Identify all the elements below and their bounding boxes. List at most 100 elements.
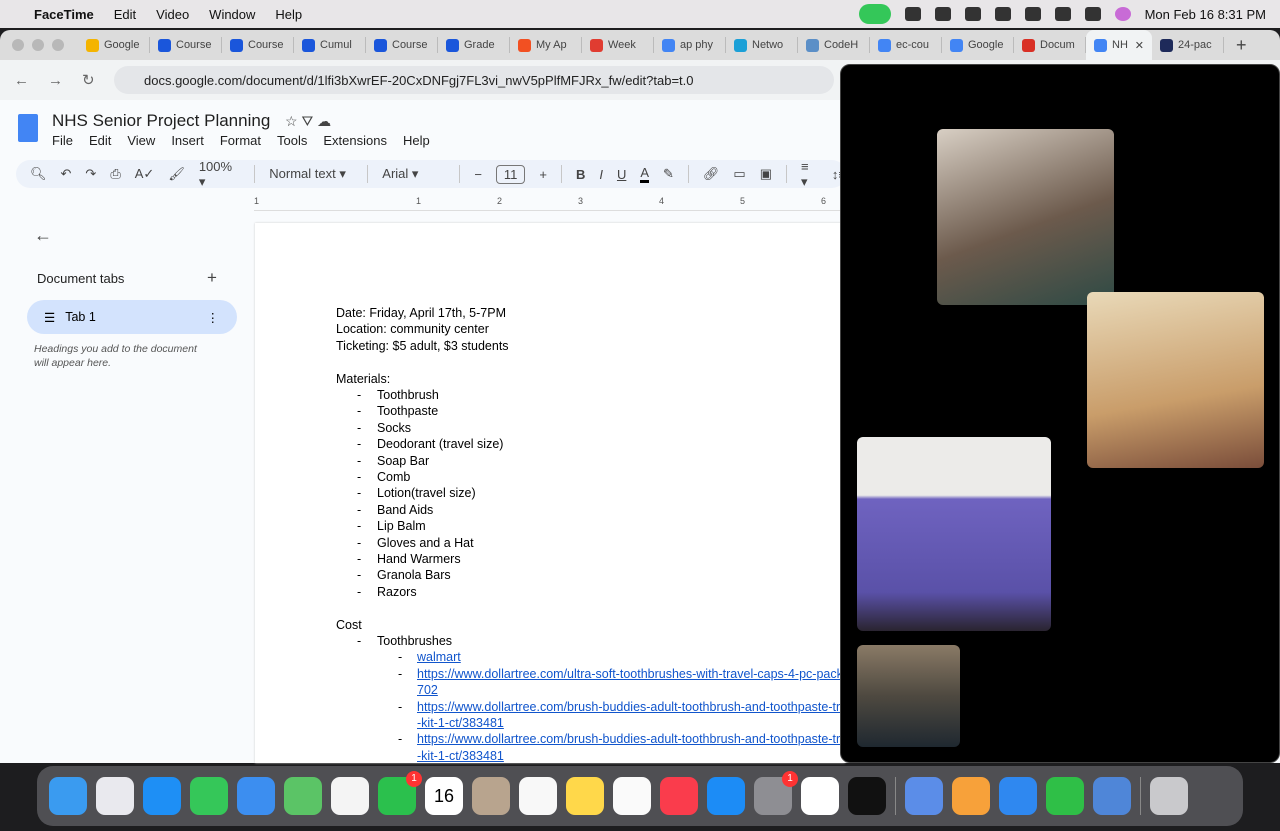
dock-screen-time-icon[interactable] [905, 777, 943, 815]
battery-icon[interactable] [1024, 7, 1041, 21]
menu-window[interactable]: Window [209, 7, 255, 22]
menu-format[interactable]: Format [220, 133, 261, 148]
link-item[interactable]: walmart [417, 650, 461, 664]
browser-tab[interactable]: NH ✕ [1086, 30, 1152, 60]
increase-font-icon[interactable]: + [539, 167, 547, 182]
dock-freeform-icon[interactable] [613, 777, 651, 815]
dock-calendar-icon[interactable]: 16 [425, 777, 463, 815]
gear-icon[interactable] [964, 7, 981, 21]
undo-icon[interactable]: ↶ [61, 166, 72, 182]
dock-launchpad-icon[interactable] [96, 777, 134, 815]
browser-tab[interactable]: My Ap [510, 37, 582, 53]
browser-tab[interactable]: Course [366, 37, 438, 53]
paint-format-icon[interactable]: 🖌︎ [168, 166, 185, 182]
dock-mail-icon[interactable] [237, 777, 275, 815]
docs-logo-icon[interactable] [18, 114, 38, 142]
dock-photos-icon[interactable] [331, 777, 369, 815]
dock-notes-icon[interactable] [566, 777, 604, 815]
dock-keynote-icon[interactable] [999, 777, 1037, 815]
browser-tab[interactable]: Netwo [726, 37, 798, 53]
dock-music-icon[interactable] [660, 777, 698, 815]
browser-tab[interactable]: Week [582, 37, 654, 53]
menu-video[interactable]: Video [156, 7, 189, 22]
headphones-icon[interactable] [934, 7, 951, 21]
url-field[interactable]: docs.google.com/document/d/1lfi3bXwrEF-2… [114, 66, 834, 94]
menu-insert[interactable]: Insert [171, 133, 204, 148]
link-item[interactable]: https://www.dollartree.com/brush-buddies… [417, 700, 847, 714]
participant-video-1[interactable] [937, 129, 1114, 305]
forward-icon[interactable]: → [48, 72, 68, 89]
dock-safari-icon[interactable] [143, 777, 181, 815]
browser-tab[interactable]: ap phy [654, 37, 726, 53]
link-item[interactable]: https://www.dollartree.com/brush-buddies… [417, 732, 847, 746]
menu-view[interactable]: View [127, 133, 155, 148]
browser-tab[interactable]: Cumul [294, 37, 366, 53]
dock-system-settings-icon[interactable]: 1 [754, 771, 798, 815]
add-tab-icon[interactable]: + [207, 268, 217, 288]
menu-tools[interactable]: Tools [277, 133, 307, 148]
dock-app-store-icon[interactable] [707, 777, 745, 815]
font-select[interactable]: Arial ▾ [382, 166, 445, 182]
play-icon[interactable] [904, 7, 921, 21]
siri-icon[interactable] [1114, 7, 1131, 21]
ruler[interactable]: 1 1 2 3 4 5 6 [254, 195, 844, 211]
zoom-select[interactable]: 100% ▾ [199, 159, 240, 190]
align-icon[interactable]: ≡ ▾ [801, 159, 818, 190]
underline-icon[interactable]: U [617, 167, 626, 182]
dock-preview-icon[interactable] [1093, 777, 1131, 815]
browser-tab[interactable]: Google [942, 37, 1014, 53]
menu-help[interactable]: Help [275, 7, 302, 22]
style-select[interactable]: Normal text ▾ [269, 166, 353, 182]
link-item[interactable]: 702 [417, 683, 438, 697]
control-center-icon[interactable] [1084, 7, 1101, 21]
bold-icon[interactable]: B [576, 167, 585, 182]
facetime-status-icon[interactable] [858, 4, 891, 24]
print-icon[interactable]: ⎙ [110, 166, 120, 182]
back-arrow-icon[interactable]: ← [34, 225, 52, 246]
browser-tab[interactable]: Docum [1014, 37, 1086, 53]
dock-contacts-icon[interactable] [472, 777, 510, 815]
link-item[interactable]: https://www.dollartree.com/ultra-soft-to… [417, 667, 843, 681]
new-tab-button[interactable]: + [1236, 35, 1247, 56]
link-icon[interactable]: 🔗︎ [703, 166, 720, 182]
search-icon[interactable]: 🔍︎ [30, 166, 47, 182]
close-tab-icon[interactable]: ✕ [1135, 39, 1144, 52]
dock-reminders-icon[interactable] [519, 777, 557, 815]
browser-tab[interactable]: Grade [438, 37, 510, 53]
self-video[interactable] [857, 645, 960, 747]
menu-app[interactable]: FaceTime [34, 7, 94, 22]
browser-tab[interactable]: 24-pac [1152, 37, 1224, 53]
link-item[interactable]: -kit-1-ct/383481 [417, 749, 504, 763]
back-icon[interactable]: ← [14, 72, 34, 89]
browser-tab[interactable]: CodeH [798, 37, 870, 53]
dock-maps-icon[interactable] [284, 777, 322, 815]
wifi-icon[interactable] [994, 7, 1011, 21]
more-options-icon[interactable]: ⋮ [207, 310, 220, 325]
dock-spotify-icon[interactable] [848, 777, 886, 815]
search-icon[interactable] [1054, 7, 1071, 21]
document-page[interactable]: Date: Friday, April 17th, 5-7PM Location:… [255, 223, 847, 763]
dock-numbers-icon[interactable] [1046, 777, 1084, 815]
browser-tab[interactable]: ec-cou [870, 37, 942, 53]
image-icon[interactable]: ▣ [760, 166, 772, 182]
reload-icon[interactable]: ↻ [82, 71, 102, 89]
text-color-icon[interactable]: A [640, 165, 650, 183]
dock-pages-icon[interactable] [952, 777, 990, 815]
comment-icon[interactable]: ▭ [733, 166, 745, 182]
italic-icon[interactable]: I [599, 167, 603, 182]
dock-facetime-icon[interactable]: 1 [378, 771, 422, 815]
menu-help[interactable]: Help [403, 133, 430, 148]
redo-icon[interactable]: ↷ [85, 166, 96, 182]
menu-edit[interactable]: Edit [89, 133, 111, 148]
clock[interactable]: Mon Feb 16 8:31 PM [1145, 7, 1266, 22]
highlight-icon[interactable]: ✎ [663, 166, 674, 182]
dock-messages-icon[interactable] [190, 777, 228, 815]
spellcheck-icon[interactable]: A✓ [135, 166, 155, 182]
window-controls[interactable] [12, 39, 64, 51]
dock-finder-icon[interactable] [49, 777, 87, 815]
browser-tab[interactable]: Google [78, 37, 150, 53]
sidebar-item-tab-1[interactable]: ☰ Tab 1 ⋮ [27, 300, 237, 334]
menu-file[interactable]: File [52, 133, 73, 148]
menu-edit[interactable]: Edit [114, 7, 136, 22]
link-item[interactable]: -kit-1-ct/383481 [417, 716, 504, 730]
